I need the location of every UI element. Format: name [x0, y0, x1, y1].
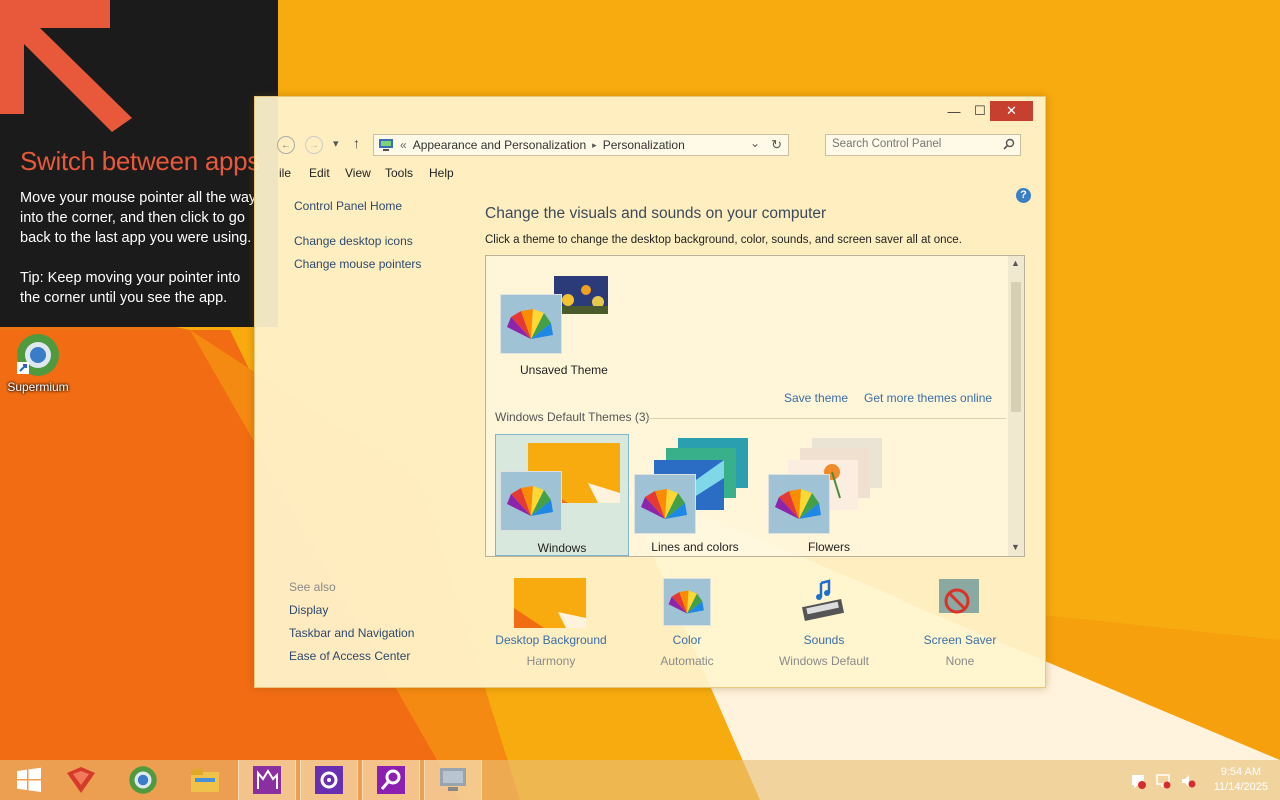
tooltip-body: Move your mouse pointer all the way into… — [20, 190, 257, 246]
theme-list[interactable]: Unsaved Theme Save theme Get more themes… — [485, 255, 1025, 557]
page-title: Change the visuals and sounds on your co… — [485, 205, 827, 222]
back-button[interactable]: ← — [277, 136, 295, 154]
switch-apps-tooltip: Switch between apps Move your mouse poin… — [0, 0, 278, 327]
recent-pages-dropdown[interactable]: ▾ — [333, 137, 339, 150]
address-bar-row: ← → ▾ ↑ « Appearance and Personalization… — [255, 133, 1045, 159]
folder-icon — [191, 769, 219, 792]
color-value: Automatic — [660, 654, 714, 668]
ease-of-access-link[interactable]: Ease of Access Center — [289, 649, 410, 663]
taskbar-navigation-link[interactable]: Taskbar and Navigation — [289, 626, 414, 640]
refresh-button[interactable]: ↻ — [771, 137, 782, 153]
unsaved-theme-thumbnail[interactable] — [500, 276, 610, 360]
breadcrumb-appearance[interactable]: Appearance and Personalization — [413, 138, 586, 152]
change-desktop-icons-link[interactable]: Change desktop icons — [294, 234, 413, 248]
search-icon — [377, 766, 405, 794]
default-themes-group-title: Windows Default Themes (3) — [495, 410, 650, 424]
action-center-icon[interactable] — [1130, 773, 1146, 789]
breadcrumb-overflow[interactable]: « — [400, 138, 407, 152]
red-shield-icon — [67, 767, 95, 793]
tooltip-title: Switch between apps — [20, 146, 261, 176]
sounds-icon — [801, 579, 845, 622]
scroll-thumb[interactable] — [1011, 282, 1021, 412]
taskbar-app-settings[interactable] — [300, 760, 358, 800]
taskbar-app-control-panel[interactable] — [424, 760, 482, 800]
change-mouse-pointers-link[interactable]: Change mouse pointers — [294, 257, 421, 271]
clock[interactable]: 9:54 AM 11/14/2025 — [1214, 765, 1268, 795]
unsaved-theme-wallpaper-preview — [554, 276, 608, 314]
desktop-background-value: Harmony — [526, 654, 576, 668]
scroll-down-arrow-icon[interactable]: ▼ — [1011, 542, 1020, 552]
theme-flowers-label: Flowers — [807, 540, 850, 554]
breadcrumb-personalization[interactable]: Personalization — [603, 138, 685, 152]
save-theme-link[interactable]: Save theme — [784, 391, 848, 405]
breadcrumb-separator[interactable]: ▸ — [592, 140, 597, 151]
theme-lines-and-colors[interactable]: Lines and colors — [632, 438, 758, 556]
unsaved-theme-label: Unsaved Theme — [520, 363, 608, 377]
see-also-heading: See also — [289, 580, 336, 594]
taskbar-app-supermium[interactable] — [114, 760, 172, 800]
scroll-up-arrow-icon[interactable]: ▲ — [1011, 258, 1020, 268]
control-panel-icon — [440, 768, 466, 791]
network-icon[interactable] — [1155, 773, 1171, 789]
desktop-icon-label: Supermium — [7, 380, 69, 394]
color-fan-icon — [634, 474, 696, 534]
taskbar-app-personalization[interactable] — [238, 760, 296, 800]
corner-arrow-icon — [0, 0, 132, 132]
taskbar-app-search[interactable] — [362, 760, 420, 800]
theme-lines-colors-label: Lines and colors — [651, 540, 739, 554]
theme-flowers[interactable]: Flowers — [766, 438, 892, 556]
taskbar: 9:54 AM 11/14/2025 — [0, 760, 1280, 800]
control-panel-home-link[interactable]: Control Panel Home — [294, 199, 402, 213]
desktop-icon-supermium[interactable]: Supermium — [6, 332, 70, 394]
search-placeholder: Search Control Panel — [832, 138, 942, 150]
control-panel-icon — [379, 139, 393, 151]
forward-button[interactable]: → — [305, 136, 323, 154]
theme-windows-label: Windows — [537, 541, 587, 555]
gear-icon — [315, 766, 343, 794]
get-more-themes-link[interactable]: Get more themes online — [864, 391, 992, 405]
taskbar-app-file-explorer[interactable] — [176, 760, 234, 800]
volume-muted-icon[interactable] — [1180, 773, 1196, 789]
sounds-label[interactable]: Sounds — [769, 633, 879, 647]
personalization-icon — [253, 766, 281, 794]
screen-saver-label[interactable]: Screen Saver — [905, 633, 1015, 647]
desktop-background-label[interactable]: Desktop Background — [495, 633, 607, 647]
theme-windows[interactable]: Windows — [495, 434, 629, 556]
supermium-icon — [15, 332, 61, 378]
up-button[interactable]: ↑ — [353, 135, 360, 151]
menu-edit[interactable]: Edit — [309, 166, 330, 180]
address-bar[interactable]: « Appearance and Personalization ▸ Perso… — [373, 134, 789, 156]
help-icon[interactable]: ? — [1016, 188, 1031, 203]
personalization-window: — ☐ ✕ ← → ▾ ↑ « Appearance and Personali… — [254, 96, 1046, 688]
minimize-button[interactable]: — — [941, 101, 967, 121]
clock-time: 9:54 AM — [1220, 766, 1262, 778]
supermium-icon — [129, 766, 157, 794]
screen-saver-value: None — [945, 654, 975, 668]
sounds-value: Windows Default — [778, 654, 870, 668]
tooltip-tip: Tip: Keep moving your pointer into the c… — [20, 270, 241, 306]
close-button[interactable]: ✕ — [990, 101, 1033, 121]
clock-date: 11/14/2025 — [1213, 781, 1268, 793]
group-divider — [646, 418, 1006, 419]
menu-file[interactable]: ile — [279, 166, 291, 180]
menu-help[interactable]: Help — [429, 166, 454, 180]
search-input[interactable]: Search Control Panel — [825, 134, 1021, 156]
screen-saver-icon — [939, 579, 979, 614]
color-label[interactable]: Color — [637, 633, 737, 647]
start-button[interactable] — [0, 760, 58, 800]
menu-tools[interactable]: Tools — [385, 166, 413, 180]
color-fan-icon — [500, 294, 562, 354]
color-icon — [663, 578, 711, 626]
theme-list-scrollbar[interactable]: ▲ ▼ — [1008, 256, 1024, 556]
windows-logo-icon — [17, 767, 41, 792]
taskbar-app-red[interactable] — [52, 760, 110, 800]
page-subtitle: Click a theme to change the desktop back… — [485, 234, 962, 246]
display-link[interactable]: Display — [289, 603, 328, 617]
menu-view[interactable]: View — [345, 166, 371, 180]
color-fan-icon — [500, 471, 562, 531]
search-icon[interactable] — [1003, 138, 1015, 150]
address-dropdown[interactable]: ⌄ — [750, 136, 760, 150]
color-fan-icon — [768, 474, 830, 534]
desktop-background-icon — [514, 578, 586, 628]
